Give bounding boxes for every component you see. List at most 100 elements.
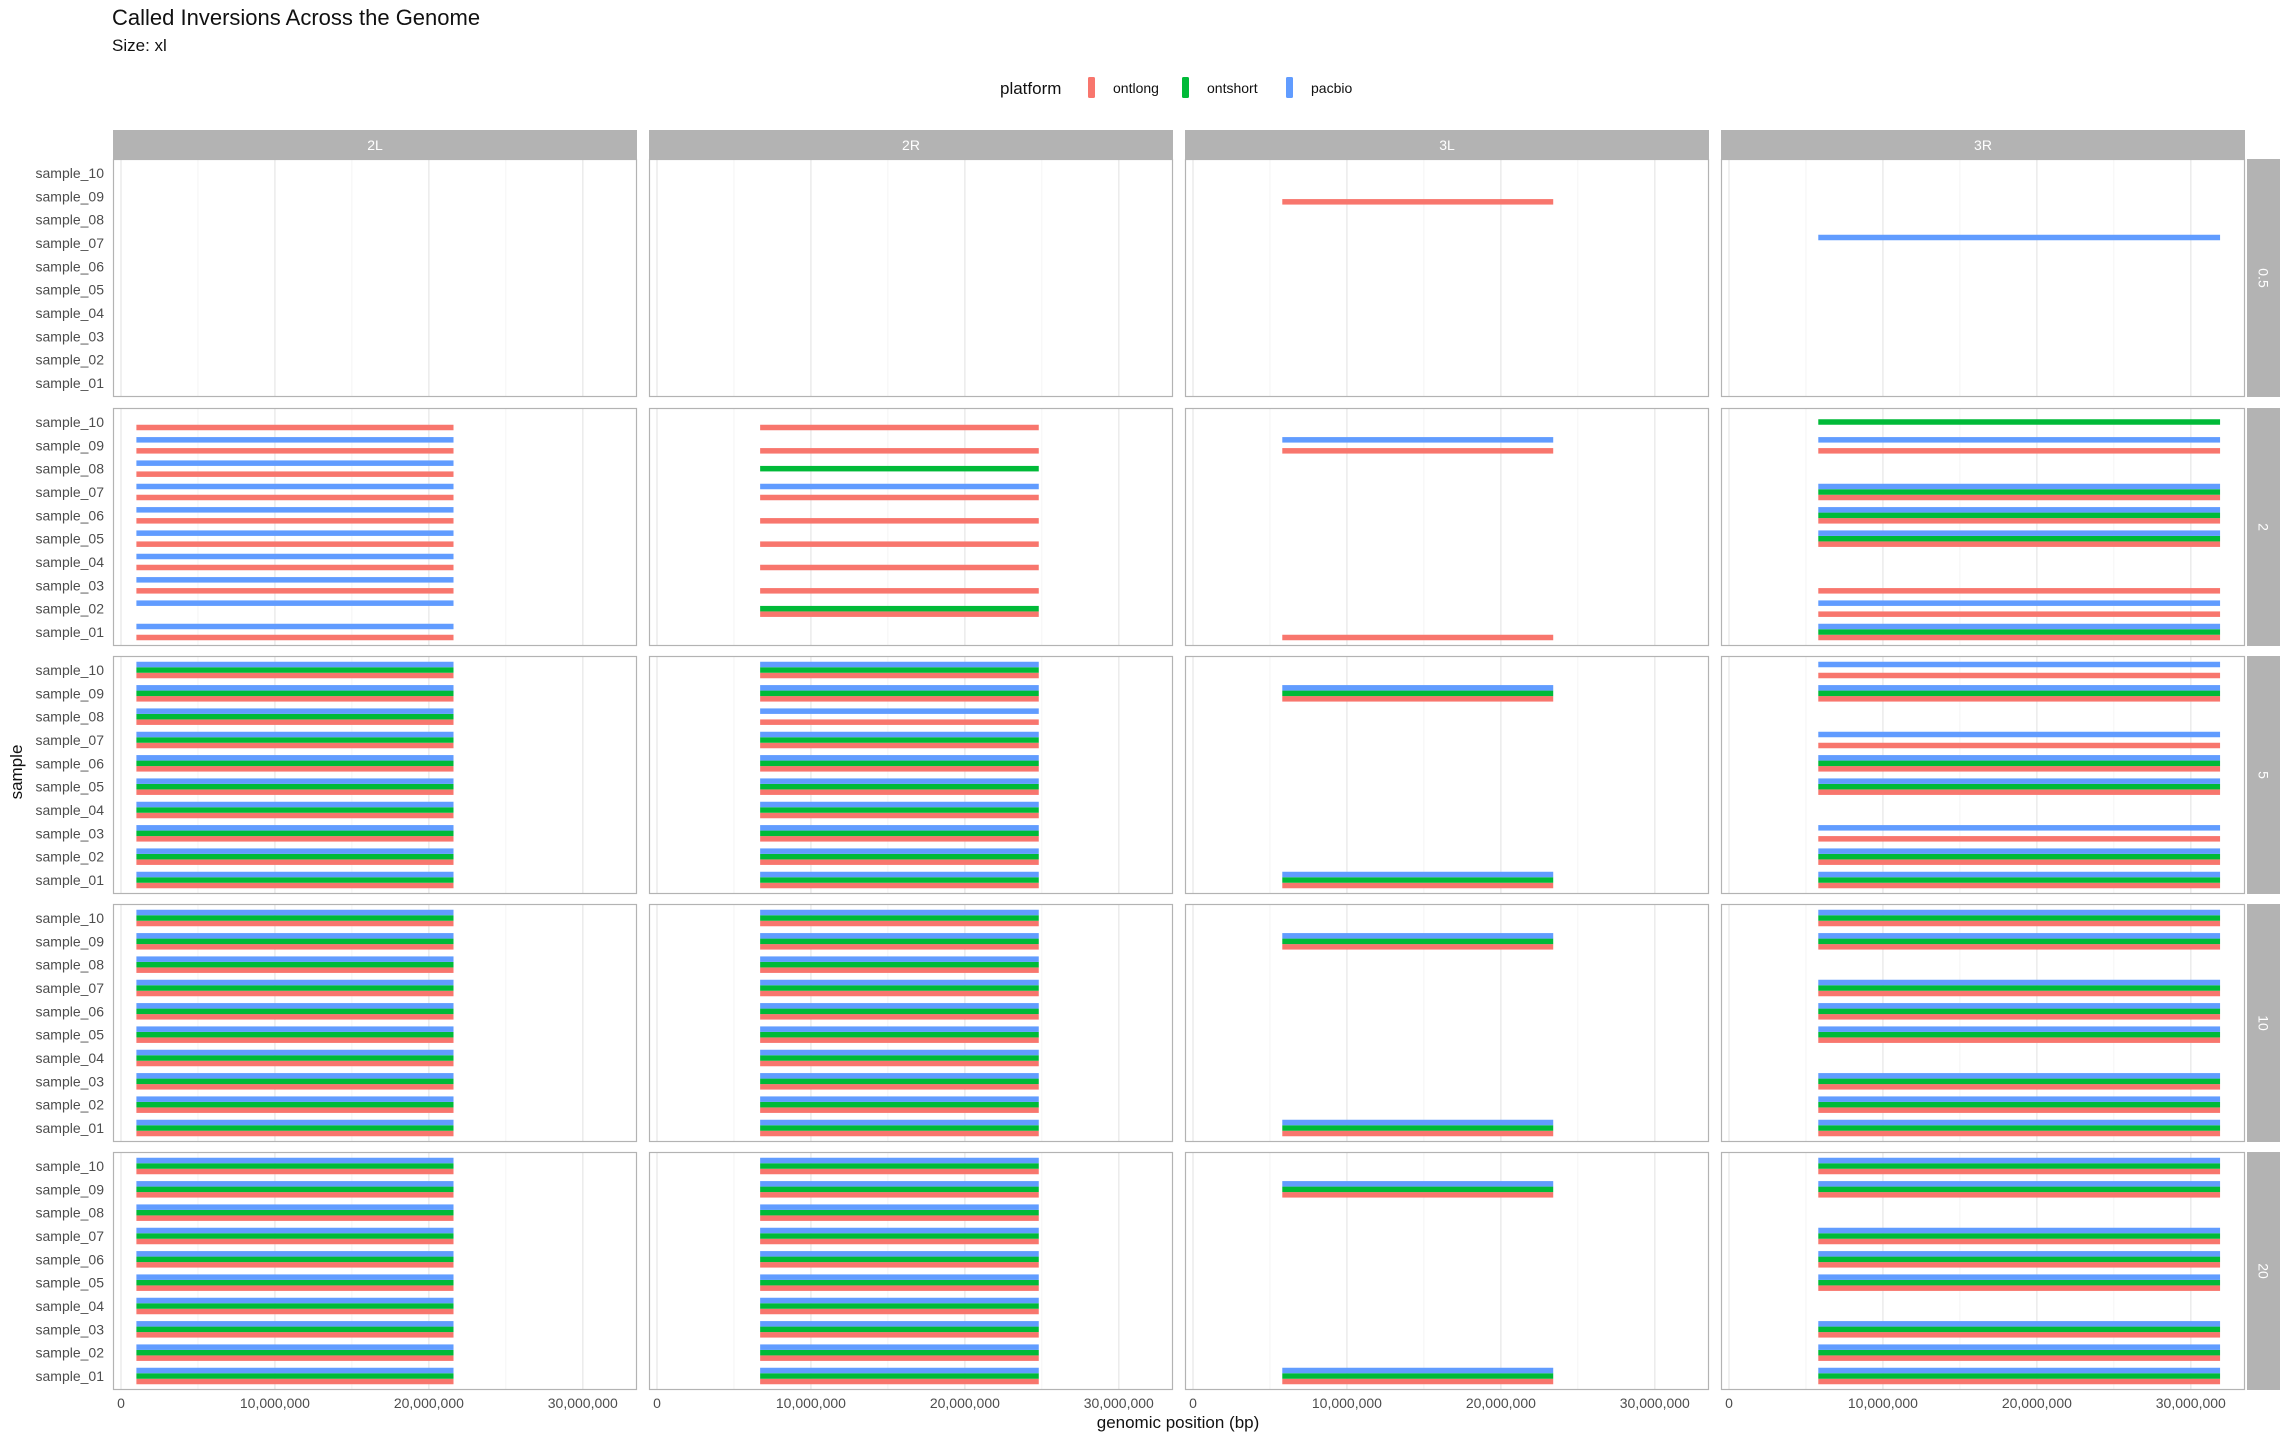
y-tick-label: sample_04 [36,554,105,570]
inversion-bar-pacbio-sample_06 [136,507,454,513]
inversion-bar-ontshort-sample_10 [136,1163,454,1169]
inversion-bar-pacbio-sample_02 [760,1344,1039,1350]
inversion-bar-ontlong-sample_03 [1818,836,2221,842]
inversion-bar-ontlong-sample_07 [136,1238,454,1245]
legend-label-ontshort: ontshort [1207,80,1258,96]
inversion-bar-ontlong-sample_03 [760,1332,1039,1338]
inversion-bar-ontlong-sample_06 [136,518,454,524]
inversion-bar-pacbio-sample_08 [760,708,1039,714]
inversion-bar-ontshort-sample_01 [1282,1125,1554,1131]
inversion-bar-ontshort-sample_06 [760,760,1039,767]
y-tick-label: sample_07 [36,484,105,500]
inversion-bar-ontshort-sample_06 [1818,760,2221,767]
inversion-bar-ontlong-sample_06 [760,766,1039,772]
inversion-bar-pacbio-sample_05 [136,1026,454,1032]
inversion-bar-pacbio-sample_09 [1282,933,1554,939]
inversion-bar-ontlong-sample_03 [760,588,1039,594]
inversion-bar-pacbio-sample_04 [760,1049,1039,1056]
y-tick-label: sample_06 [36,1251,105,1267]
y-tick-label: sample_05 [36,1275,105,1291]
inversion-bar-ontlong-sample_06 [1818,1262,2221,1268]
inversion-bar-ontlong-sample_01 [1282,1130,1554,1137]
inversion-bar-ontlong-sample_01 [760,1378,1039,1385]
inversion-bar-ontlong-sample_03 [760,836,1039,842]
inversion-bar-pacbio-sample_09 [1818,933,2221,939]
inversion-bar-ontshort-sample_05 [136,1279,454,1286]
inversion-bar-pacbio-sample_03 [136,825,454,831]
inversion-bar-pacbio-sample_09 [1818,685,2221,691]
inversion-bar-ontshort-sample_08 [760,1209,1039,1216]
legend: platform ontlong ontshort pacbio [1000,77,1352,98]
inversion-bar-ontlong-sample_05 [1818,1037,2221,1043]
inversion-bar-pacbio-sample_02 [1818,1344,2221,1350]
inversion-bar-ontlong-sample_02 [136,1107,454,1113]
inversion-bar-pacbio-sample_05 [136,1274,454,1280]
inversion-bar-ontlong-sample_09 [1818,448,2221,454]
inversion-bar-ontlong-sample_02 [1818,1107,2221,1113]
x-tick-label: 10,000,000 [240,1395,310,1411]
inversion-bar-ontshort-sample_03 [760,830,1039,837]
y-tick-label: sample_09 [36,685,105,701]
inversion-bar-ontlong-sample_03 [136,1084,454,1090]
legend-key-pacbio [1286,77,1293,98]
inversion-bar-ontlong-sample_04 [136,812,454,819]
y-tick-label: sample_02 [36,1345,105,1361]
inversion-bar-pacbio-sample_06 [1818,1003,2221,1009]
legend-label-pacbio: pacbio [1311,80,1352,96]
inversion-bar-ontlong-sample_09 [1282,1192,1554,1198]
inversion-bar-ontlong-sample_04 [136,1060,454,1067]
inversion-bar-ontlong-sample_07 [136,990,454,997]
inversion-bar-ontlong-sample_05 [136,1285,454,1291]
inversion-bar-ontshort-sample_02 [136,1349,454,1356]
x-tick-label: 30,000,000 [548,1395,618,1411]
inversion-bar-pacbio-sample_05 [1818,778,2221,784]
panel-20-3R [1720,1151,2246,1391]
column-strip-label: 3L [1439,137,1455,153]
panel-border [648,158,1174,398]
y-tick-label: sample_09 [36,437,105,453]
inversion-bar-pacbio-sample_10 [760,909,1039,916]
inversion-bar-pacbio-sample_10 [760,1157,1039,1164]
y-tick-label: sample_03 [36,577,105,593]
panel-10-3L [1184,903,1710,1143]
inversion-bar-ontlong-sample_09 [1282,944,1554,950]
inversion-bar-ontlong-sample_03 [136,588,454,594]
legend-item-ontlong: ontlong [1088,77,1159,98]
y-tick-label: sample_05 [36,282,105,298]
inversion-bar-ontlong-sample_01 [136,1378,454,1385]
panel-2-3R [1720,407,2246,647]
inversion-bar-ontshort-sample_01 [136,877,454,883]
y-tick-label: sample_08 [36,709,105,725]
inversion-bar-ontlong-sample_09 [1282,448,1554,454]
inversion-bar-pacbio-sample_02 [1818,600,2221,606]
x-tick-label: 20,000,000 [2002,1395,2072,1411]
row-strip-2: 2 [2247,408,2280,646]
inversion-bar-ontlong-sample_01 [136,1130,454,1137]
inversion-bar-pacbio-sample_01 [1818,623,2221,630]
inversion-bar-pacbio-sample_03 [760,1321,1039,1327]
inversion-bar-ontlong-sample_10 [136,424,454,431]
legend-item-pacbio: pacbio [1286,77,1352,98]
inversion-bar-ontlong-sample_02 [1818,1355,2221,1361]
inversion-bar-pacbio-sample_09 [1282,685,1554,691]
inversion-bar-ontshort-sample_08 [136,713,454,720]
inversion-bar-ontshort-sample_02 [136,1101,454,1108]
inversion-bar-ontshort-sample_08 [760,465,1039,472]
inversion-bar-ontlong-sample_08 [760,1215,1039,1221]
inversion-bar-ontshort-sample_06 [1818,1008,2221,1015]
inversion-bar-ontlong-sample_06 [136,1014,454,1020]
panel-border [1720,407,2246,647]
inversion-bar-ontshort-sample_05 [1818,1031,2221,1038]
inversion-bar-pacbio-sample_07 [1818,731,2221,738]
panel-5-3L [1184,655,1710,895]
legend-key-ontlong [1088,77,1095,98]
panel-0.5-3L [1184,158,1710,398]
inversion-bar-pacbio-sample_09 [136,685,454,691]
inversion-bar-pacbio-sample_04 [136,801,454,808]
inversion-bar-ontlong-sample_02 [760,1107,1039,1113]
inversion-bar-ontshort-sample_07 [1818,1233,2221,1239]
inversion-bar-pacbio-sample_08 [760,1204,1039,1210]
inversion-bar-pacbio-sample_01 [1818,1119,2221,1126]
inversion-bar-ontshort-sample_08 [136,1209,454,1216]
row-strip-label: 20 [2256,1263,2272,1279]
